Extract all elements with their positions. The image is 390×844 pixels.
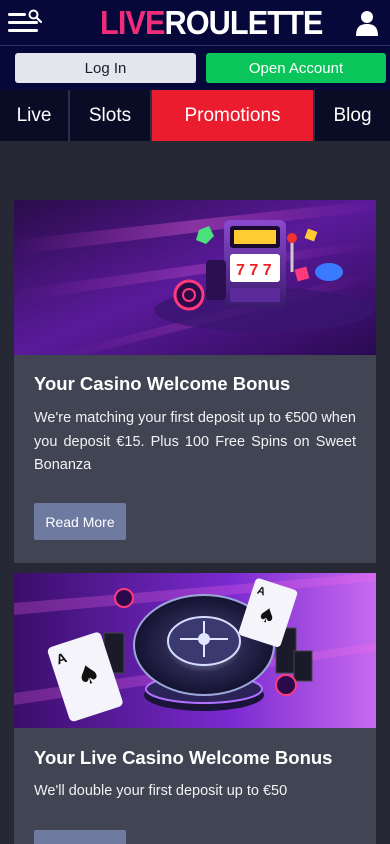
promo-card: A ♠ A ♠ Your Live Casino Welcome Bonus W… bbox=[14, 573, 376, 844]
tab-promotions[interactable]: Promotions bbox=[152, 90, 315, 141]
tab-blog[interactable]: Blog bbox=[315, 90, 390, 141]
promo-title: Your Casino Welcome Bonus bbox=[34, 373, 291, 394]
read-more-button[interactable]: Read More bbox=[34, 830, 126, 844]
logo-live: LIVE bbox=[100, 4, 165, 41]
read-more-button[interactable]: Read More bbox=[34, 503, 126, 540]
login-button[interactable]: Log In bbox=[15, 53, 196, 83]
slot-machine-image: 7 7 7 bbox=[14, 200, 376, 355]
tab-live[interactable]: Live bbox=[0, 90, 70, 141]
promo-text: We'll double your first deposit up to €5… bbox=[34, 783, 288, 799]
tab-slots[interactable]: Slots bbox=[70, 90, 152, 141]
roulette-wheel-image: A ♠ A ♠ bbox=[14, 573, 376, 728]
svg-text:7 7 7: 7 7 7 bbox=[236, 262, 272, 279]
search-icon bbox=[28, 9, 42, 23]
menu-bar bbox=[8, 29, 38, 32]
main-nav: Live Slots Promotions Blog bbox=[0, 90, 390, 141]
promo-text: We're matching your first deposit up to … bbox=[34, 410, 356, 473]
site-header: LIVEROULETTE bbox=[0, 0, 390, 46]
open-account-button[interactable]: Open Account bbox=[206, 53, 386, 83]
user-icon[interactable] bbox=[356, 10, 378, 36]
menu-search-button[interactable] bbox=[8, 9, 44, 37]
logo-roulette: ROULETTE bbox=[164, 4, 324, 41]
auth-bar: Log In Open Account bbox=[0, 46, 390, 90]
promo-card: 7 7 7 Your Casino Welcome Bonus We're ma… bbox=[14, 200, 376, 563]
promo-title: Your Live Casino Welcome Bonus bbox=[34, 747, 333, 768]
menu-bar bbox=[8, 13, 26, 16]
site-logo[interactable]: LIVEROULETTE bbox=[100, 4, 324, 42]
